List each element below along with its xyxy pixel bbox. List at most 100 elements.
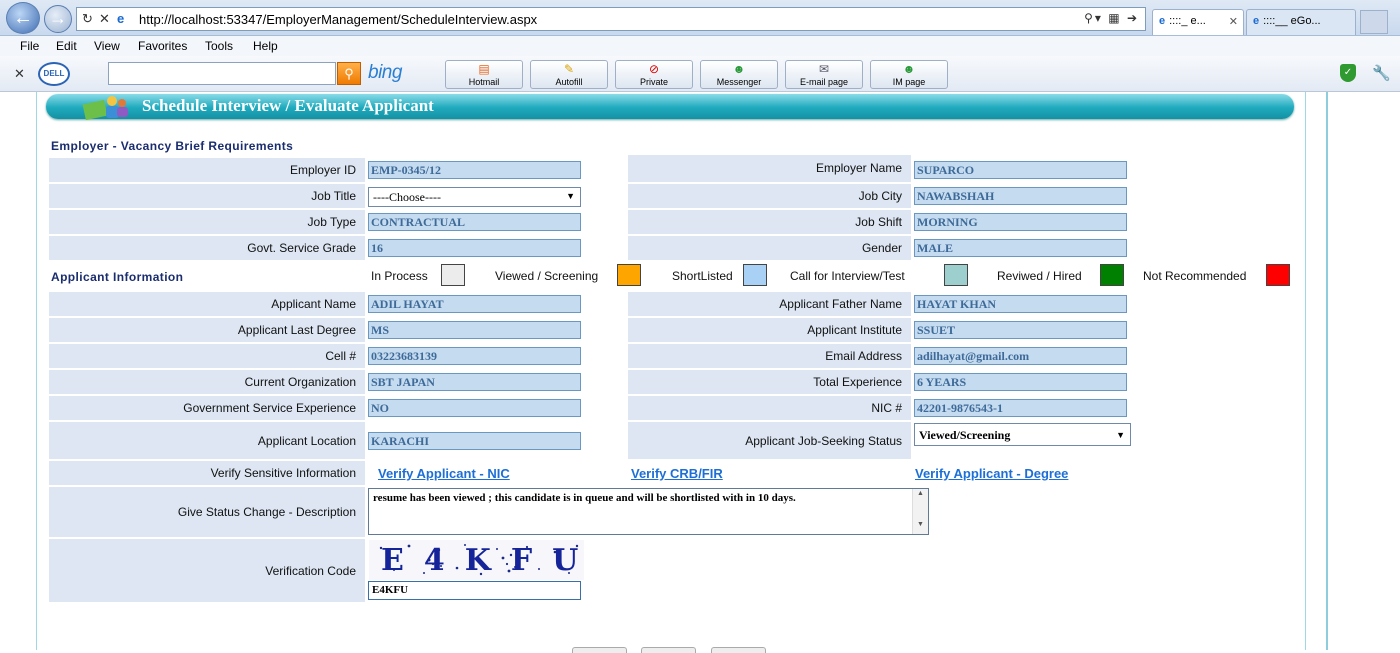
father-name-field[interactable]: HAYAT KHAN (914, 295, 1127, 313)
institute-field[interactable]: SSUET (914, 321, 1127, 339)
applicant-name-label: Applicant Name (49, 292, 365, 316)
grade-field[interactable]: 16 (368, 239, 581, 257)
nic-field[interactable]: 42201-9876543-1 (914, 399, 1127, 417)
applicant-name-field[interactable]: ADIL HAYAT (368, 295, 581, 313)
bing-logo: bing (368, 62, 402, 83)
legend-shortlisted-swatch (743, 264, 767, 286)
description-scrollbar[interactable]: ▲ ▼ (912, 489, 928, 534)
im-page-label: IM page (892, 77, 926, 87)
new-tab-button[interactable] (1360, 10, 1388, 34)
legend-hired-label: Reviwed / Hired (997, 269, 1082, 283)
forward-arrow-icon: → (49, 8, 67, 28)
frame-border (1326, 92, 1328, 650)
messenger-icon: ☻ (732, 62, 746, 76)
ie-tab-icon: e (1253, 15, 1260, 27)
menu-edit[interactable]: Edit (56, 39, 77, 53)
location-field[interactable]: KARACHI (368, 432, 581, 450)
captcha-input[interactable]: E4KFU (368, 581, 581, 600)
employer-id-field[interactable]: EMP-0345/12 (368, 161, 581, 179)
cell-field[interactable]: 03223683139 (368, 347, 581, 365)
menu-view[interactable]: View (94, 39, 120, 53)
grade-label: Govt. Service Grade (49, 236, 365, 260)
scroll-down-icon[interactable]: ▼ (913, 520, 928, 528)
browser-tab-2[interactable]: e::::__ eGo... (1246, 9, 1356, 35)
organization-label: Current Organization (49, 370, 365, 394)
refresh-icon[interactable]: ↻ (82, 11, 93, 27)
interview-people-icon (82, 96, 128, 121)
last-degree-field[interactable]: MS (368, 321, 581, 339)
chevron-down-icon: ▼ (566, 191, 575, 201)
close-toolbar-icon[interactable]: ✕ (14, 66, 25, 82)
legend-not-recommended-swatch (1266, 264, 1290, 286)
autofill-button[interactable]: ✎ Autofill (530, 60, 608, 89)
email-page-label: E-mail page (799, 77, 849, 87)
job-title-select[interactable]: ----Choose---- ▼ (368, 187, 581, 207)
job-city-label: Job City (628, 184, 911, 208)
im-page-button[interactable]: ☻ IM page (870, 60, 948, 89)
job-shift-label: Job Shift (628, 210, 911, 234)
shield-icon[interactable]: ✓ (1340, 64, 1356, 82)
job-shift-field[interactable]: MORNING (914, 213, 1127, 231)
verify-crb-link[interactable]: Verify CRB/FIR (631, 466, 723, 481)
status-label: Applicant Job-Seeking Status (628, 422, 911, 459)
messenger-icon: ☻ (902, 62, 916, 76)
legend-hired-swatch (1100, 264, 1124, 286)
email-page-button[interactable]: ✉ E-mail page (785, 60, 863, 89)
wrench-icon[interactable]: 🔧 (1372, 64, 1391, 82)
gender-label: Gender (628, 236, 911, 260)
legend-viewed-swatch (617, 264, 641, 286)
submit-button[interactable] (572, 647, 627, 653)
menu-help[interactable]: Help (253, 39, 278, 53)
browser-toolbar: ✕ DELL ⚲ bing ▤ Hotmail ✎ Autofill ⊘ Privat… (0, 56, 1400, 92)
reset-button[interactable] (641, 647, 696, 653)
url-text: http://localhost:53347/EmployerManagemen… (139, 12, 538, 27)
search-icon: ⚲ (344, 66, 354, 81)
verify-nic-link[interactable]: Verify Applicant - NIC (378, 466, 510, 481)
legend-interview-label: Call for Interview/Test (790, 269, 905, 283)
frame-border (1305, 92, 1306, 650)
url-input[interactable]: ↻ ✕ e http://localhost:53347/EmployerMan… (76, 7, 1146, 31)
url-actions-icon[interactable]: ⚲▾ ▦ ➔ (1084, 11, 1139, 25)
email-field[interactable]: adilhayat@gmail.com (914, 347, 1127, 365)
cancel-button[interactable] (711, 647, 766, 653)
verify-degree-link[interactable]: Verify Applicant - Degree (915, 466, 1068, 481)
legend-in-process-label: In Process (371, 269, 428, 283)
browser-tab-1[interactable]: e::::_ e... ✕ (1152, 9, 1244, 35)
ie-page-icon: e (117, 11, 125, 26)
organization-field[interactable]: SBT JAPAN (368, 373, 581, 391)
search-input[interactable] (108, 62, 336, 85)
institute-label: Applicant Institute (628, 318, 911, 342)
tab-label: ::::_ e... (1169, 15, 1206, 27)
hotmail-button[interactable]: ▤ Hotmail (445, 60, 523, 89)
tab-label: ::::__ eGo... (1263, 15, 1321, 27)
status-select[interactable]: Viewed/Screening ▼ (914, 423, 1131, 446)
gov-experience-field[interactable]: NO (368, 399, 581, 417)
menu-file[interactable]: File (20, 39, 39, 53)
search-button[interactable]: ⚲ (337, 62, 361, 85)
legend-viewed-label: Viewed / Screening (495, 269, 599, 283)
page-title: Schedule Interview / Evaluate Applicant (142, 96, 434, 115)
last-degree-label: Applicant Last Degree (49, 318, 365, 342)
menu-tools[interactable]: Tools (205, 39, 233, 53)
job-city-field[interactable]: NAWABSHAH (914, 187, 1127, 205)
experience-field[interactable]: 6 YEARS (914, 373, 1127, 391)
employer-name-field[interactable]: SUPARCO (914, 161, 1127, 179)
gender-field[interactable]: MALE (914, 239, 1127, 257)
stop-icon[interactable]: ✕ (99, 11, 110, 27)
forward-button[interactable]: → (44, 5, 72, 33)
private-button[interactable]: ⊘ Private (615, 60, 693, 89)
back-button[interactable]: ← (6, 2, 40, 34)
close-tab-icon[interactable]: ✕ (1229, 15, 1238, 28)
verify-label: Verify Sensitive Information (49, 461, 365, 485)
hotmail-label: Hotmail (468, 77, 500, 87)
frame-border (36, 92, 37, 650)
menu-favorites[interactable]: Favorites (138, 39, 187, 53)
job-type-field[interactable]: CONTRACTUAL (368, 213, 581, 231)
address-bar: ← → ↻ ✕ e http://localhost:53347/Employe… (0, 0, 1400, 36)
messenger-button[interactable]: ☻ Messenger (700, 60, 778, 89)
location-label: Applicant Location (49, 422, 365, 459)
email-label: Email Address (628, 344, 911, 368)
employer-id-label: Employer ID (49, 158, 365, 182)
description-textarea[interactable]: resume has been viewed ; this candidate … (368, 488, 929, 535)
scroll-up-icon[interactable]: ▲ (913, 489, 928, 497)
